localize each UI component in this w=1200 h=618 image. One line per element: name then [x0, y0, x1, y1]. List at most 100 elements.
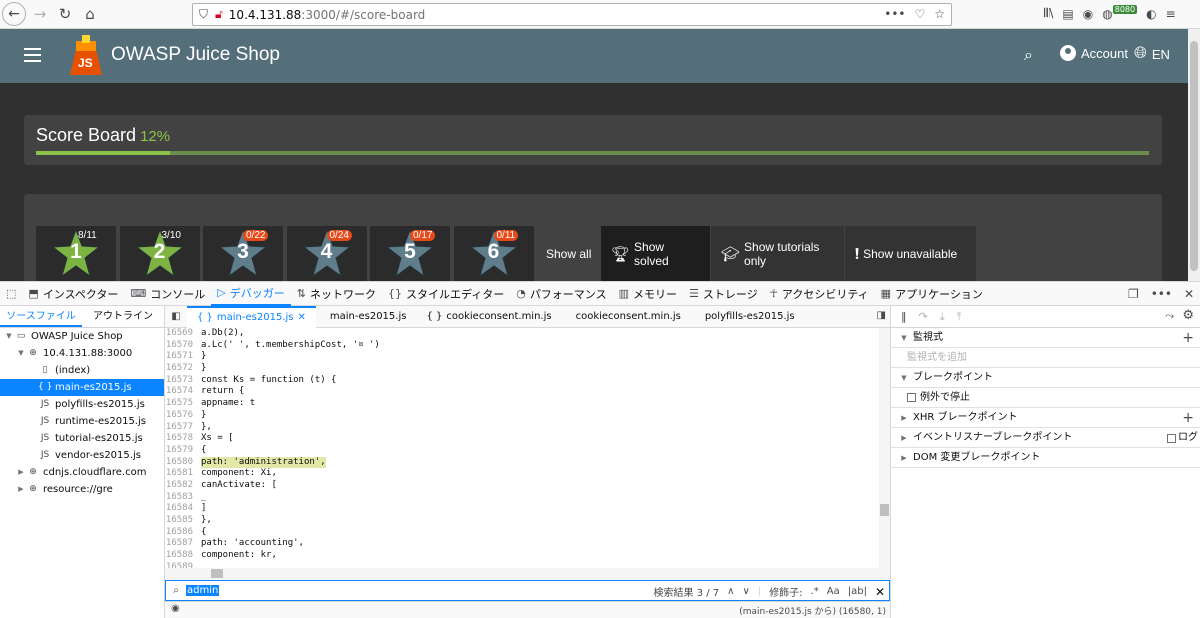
event-log-toggle[interactable]: ログ: [1167, 428, 1198, 448]
difficulty-1-button[interactable]: 1 8/11: [36, 226, 116, 282]
bookmark-star-icon[interactable]: ☆: [934, 7, 945, 21]
dom-breakpoints-section[interactable]: ▶ DOM 変更ブレークポイント: [891, 448, 1200, 468]
code-line[interactable]: 16579 {: [165, 445, 890, 457]
page-actions-icon[interactable]: •••: [884, 7, 905, 21]
tree-item[interactable]: ▯ (index): [0, 362, 164, 379]
pause-icon[interactable]: ‖: [901, 310, 907, 323]
tab-outline[interactable]: アウトライン: [82, 306, 164, 327]
line-number[interactable]: 16571: [165, 351, 197, 363]
library-icon[interactable]: 𝄃𝄃\: [1044, 6, 1053, 21]
source-search-bar[interactable]: ⌕ admin 検索結果 3 / 7 ∧ ∨ | 修飾子: .* Aa |ab|…: [165, 580, 890, 601]
line-number[interactable]: 16578: [165, 433, 197, 445]
code-line[interactable]: 16576}: [165, 410, 890, 422]
code-line[interactable]: 16571}: [165, 351, 890, 363]
line-number[interactable]: 16582: [165, 480, 197, 492]
regex-modifier-icon[interactable]: .*: [811, 586, 819, 597]
toggle-right-pane-icon[interactable]: ◨: [877, 310, 886, 321]
difficulty-3-button[interactable]: 3 0/22: [203, 226, 283, 282]
tab-debugger[interactable]: ▷ デバッガー: [211, 282, 291, 306]
line-number[interactable]: 16580: [165, 457, 197, 469]
code-vertical-scroll-thumb[interactable]: [880, 504, 889, 516]
watch-section[interactable]: ▼ 監視式 +: [891, 328, 1200, 348]
code-vertical-scrollbar[interactable]: [879, 328, 890, 579]
line-number[interactable]: 16584: [165, 503, 197, 515]
expand-arrow-icon[interactable]: ▼: [4, 328, 14, 345]
difficulty-5-button[interactable]: 5 0/17: [370, 226, 450, 282]
add-xhr-icon[interactable]: +: [1182, 408, 1194, 428]
tab-style-editor[interactable]: {} スタイルエディター: [382, 282, 510, 306]
eye-icon[interactable]: ◉: [171, 603, 180, 614]
code-line[interactable]: 16574 return {: [165, 386, 890, 398]
proxy-extension-icon[interactable]: ◍ 8080: [1102, 4, 1138, 21]
line-number[interactable]: 16586: [165, 527, 197, 539]
code-horizontal-scroll-thumb[interactable]: [211, 569, 223, 578]
tree-item[interactable]: ▼ ▭ OWASP Juice Shop: [0, 328, 164, 345]
url-bar[interactable]: ⛉ 🔓︎ 10.4.131.88:3000/#/score-board ••• …: [192, 3, 952, 26]
tab-application[interactable]: ▦ アプリケーション: [875, 282, 989, 306]
code-line[interactable]: 16584]: [165, 503, 890, 515]
forward-button[interactable]: →: [29, 3, 51, 25]
extension-icon[interactable]: ◐: [1146, 7, 1156, 21]
toggle-sidebar-icon[interactable]: ◧: [165, 311, 187, 322]
expand-arrow-icon[interactable]: ▶: [16, 481, 26, 498]
line-number[interactable]: 16569: [165, 328, 197, 340]
code-horizontal-scrollbar[interactable]: [165, 568, 890, 579]
search-icon[interactable]: ⌕: [1024, 45, 1033, 65]
search-input[interactable]: admin: [186, 585, 220, 596]
code-line[interactable]: 16581 component: Xi,: [165, 468, 890, 480]
line-number[interactable]: 16585: [165, 515, 197, 527]
tree-item[interactable]: ▶ ⊕ cdnjs.cloudflare.com: [0, 464, 164, 481]
dock-icon[interactable]: ❐: [1128, 287, 1139, 301]
search-prev-icon[interactable]: ∧: [727, 586, 734, 597]
tab-console[interactable]: ⌨ コンソール: [124, 282, 211, 306]
event-listener-section[interactable]: ▶ イベントリスナーブレークポイント ログ: [891, 428, 1200, 448]
page-scrollbar-thumb[interactable]: [1190, 41, 1198, 271]
search-close-icon[interactable]: ✕: [875, 585, 885, 599]
settings-gear-icon[interactable]: ⚙: [1182, 308, 1194, 323]
devtools-menu-icon[interactable]: •••: [1151, 287, 1172, 301]
pocket-icon[interactable]: ♡: [914, 7, 925, 21]
tree-item[interactable]: JS runtime-es2015.js: [0, 413, 164, 430]
back-button[interactable]: ←: [2, 2, 26, 26]
line-number[interactable]: 16574: [165, 386, 197, 398]
tab-network[interactable]: ⇅ ネットワーク: [291, 282, 382, 306]
tree-item[interactable]: JS vendor-es2015.js: [0, 447, 164, 464]
editor-tab[interactable]: main-es2015.js: [316, 306, 417, 328]
tree-item[interactable]: JS tutorial-es2015.js: [0, 430, 164, 447]
step-in-icon[interactable]: ⤓: [940, 310, 945, 324]
difficulty-2-button[interactable]: 2 3/10: [119, 226, 200, 282]
line-number[interactable]: 16576: [165, 410, 197, 422]
difficulty-4-button[interactable]: 4 0/24: [286, 226, 367, 282]
editor-tab[interactable]: polyfills-es2015.js: [691, 306, 805, 328]
expand-arrow-icon[interactable]: ▶: [16, 464, 26, 481]
app-title[interactable]: OWASP Juice Shop: [111, 44, 280, 66]
menu-icon[interactable]: ≡: [1166, 7, 1176, 21]
code-line[interactable]: 16580 path: 'administration',: [165, 456, 890, 469]
tab-performance[interactable]: ◔ パフォーマンス: [510, 282, 612, 306]
tab-accessibility[interactable]: ☥ アクセシビリティ: [764, 282, 875, 306]
code-editor[interactable]: 16569 a.Db(2), 16570 a.Lc(' ', t.membership…: [165, 328, 890, 579]
search-next-icon[interactable]: ∨: [742, 586, 749, 597]
code-line[interactable]: 16572}: [165, 363, 890, 375]
add-watch-icon[interactable]: +: [1182, 328, 1194, 348]
account-button[interactable]: Account: [1060, 45, 1128, 61]
pause-on-exceptions[interactable]: 例外で停止: [891, 388, 1200, 408]
insecure-lock-icon[interactable]: 🔓︎: [215, 7, 223, 22]
page-scrollbar[interactable]: [1188, 29, 1200, 281]
reload-button[interactable]: ↻: [54, 3, 76, 25]
hamburger-menu-icon[interactable]: [24, 48, 41, 62]
editor-tab[interactable]: cookieconsent.min.js: [562, 306, 691, 328]
watch-placeholder[interactable]: 監視式を追加: [891, 348, 1200, 368]
line-number[interactable]: 16581: [165, 468, 197, 480]
editor-tab[interactable]: { } main-es2015.js ✕: [187, 305, 316, 328]
editor-tab[interactable]: { } cookieconsent.min.js: [416, 306, 561, 328]
code-line[interactable]: 16586 {: [165, 527, 890, 539]
event-log-checkbox[interactable]: [1167, 433, 1176, 443]
line-number[interactable]: 16588: [165, 550, 197, 562]
home-button[interactable]: ⌂: [79, 3, 101, 25]
language-button[interactable]: 🌐︎ EN: [1134, 45, 1170, 63]
tree-item[interactable]: ▼ ⊕ 10.4.131.88:3000: [0, 345, 164, 362]
expand-arrow-icon[interactable]: ▼: [16, 345, 26, 362]
tab-sources[interactable]: ソースファイル: [0, 306, 82, 327]
code-line[interactable]: 16578 Xs = [: [165, 433, 890, 445]
